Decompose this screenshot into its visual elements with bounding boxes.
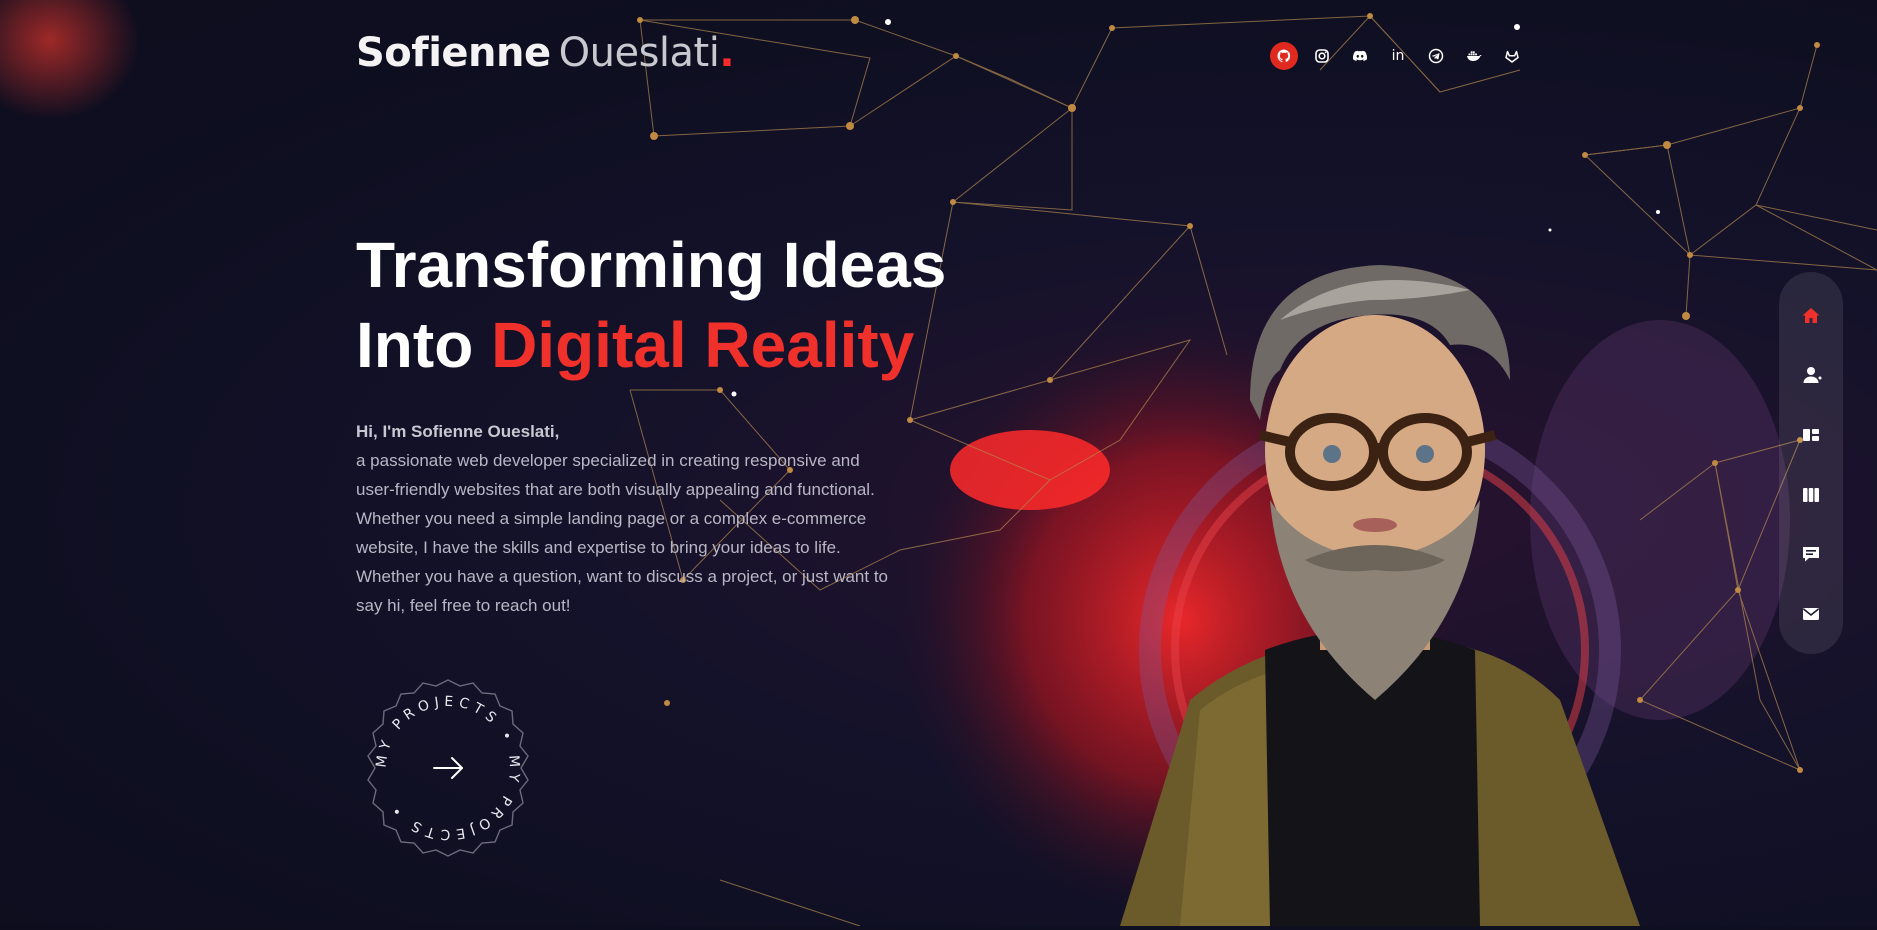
intro-line: user-friendly websites that are both vis…	[356, 480, 875, 499]
intro-line: a passionate web developer specialized i…	[356, 451, 860, 470]
portfolio-icon	[1803, 487, 1819, 502]
intro-greeting: Hi, I'm Sofienne Oueslati,	[356, 422, 560, 441]
testimonials-icon	[1803, 547, 1819, 562]
brand-first-name: Sofienne	[356, 30, 551, 76]
nav-home[interactable]	[1779, 286, 1843, 346]
linkedin-label: in	[1391, 48, 1405, 64]
nav-contact[interactable]	[1779, 584, 1843, 644]
instagram-icon[interactable]	[1308, 42, 1336, 70]
linkedin-icon[interactable]: in	[1384, 42, 1412, 70]
side-navigation	[1779, 272, 1843, 654]
hero-title-line2-plain: Into	[356, 309, 492, 381]
hero-title-accent: Digital Reality	[491, 309, 915, 381]
intro-line: website, I have the skills and expertise…	[356, 538, 841, 557]
brand-dot: .	[719, 30, 735, 76]
brand-last-name: Oueslati	[558, 30, 720, 76]
home-icon	[1802, 307, 1820, 323]
hero-title-line1: Transforming Ideas	[356, 229, 947, 301]
my-projects-button[interactable]: MY PROJECTS • MY PROJECTS •	[356, 676, 540, 860]
nav-testimonials[interactable]	[1779, 524, 1843, 584]
hero-title: Transforming Ideas Into Digital Reality	[356, 225, 976, 385]
telegram-icon[interactable]	[1422, 42, 1450, 70]
user-icon	[1803, 367, 1819, 384]
brand-logo[interactable]: Sofienne Oueslati.	[356, 30, 735, 76]
hero-intro: Hi, I'm Sofienne Oueslati, a passionate …	[356, 417, 956, 620]
social-links: in	[1270, 42, 1526, 70]
nav-about[interactable]	[1779, 346, 1843, 406]
discord-icon[interactable]	[1346, 42, 1374, 70]
services-icon	[1803, 428, 1819, 441]
docker-icon[interactable]	[1460, 42, 1488, 70]
intro-line: say hi, feel free to reach out!	[356, 596, 571, 615]
nav-services[interactable]	[1779, 405, 1843, 465]
site-header: Sofienne Oueslati. in	[356, 26, 1526, 86]
hero-portrait-illustration	[950, 230, 1750, 926]
github-icon[interactable]	[1270, 42, 1298, 70]
arrow-right-icon	[433, 757, 463, 779]
intro-line: Whether you need a simple landing page o…	[356, 509, 867, 528]
intro-line: Whether you have a question, want to dis…	[356, 567, 889, 586]
mail-icon	[1803, 607, 1819, 620]
hero-section: Transforming Ideas Into Digital Reality …	[356, 225, 976, 620]
gitlab-icon[interactable]	[1498, 42, 1526, 70]
nav-portfolio[interactable]	[1779, 465, 1843, 525]
